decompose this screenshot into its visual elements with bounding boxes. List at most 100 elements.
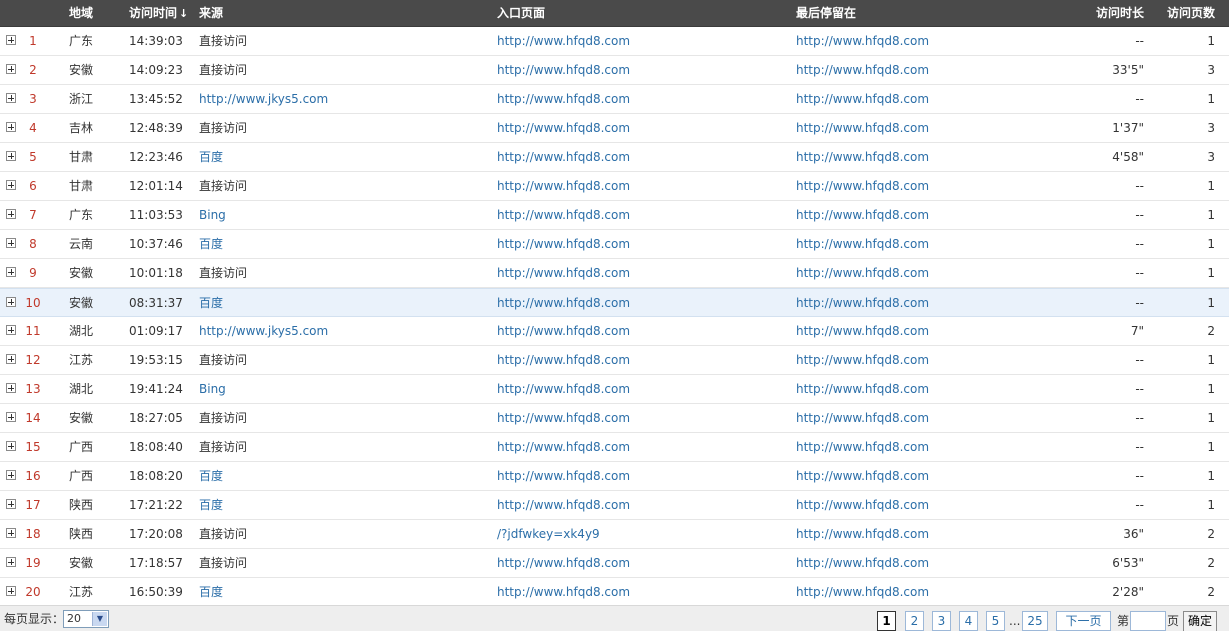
next-page-button[interactable]: 下一页>	[1056, 611, 1111, 631]
table-row[interactable]: 4 吉林 12:48:39 直接访问 http://www.hfqd8.com http:…	[0, 114, 1229, 143]
row-entry-page[interactable]: http://www.hfqd8.com	[497, 259, 630, 287]
table-row[interactable]: 15 广西 18:08:40 直接访问 http://www.hfqd8.com http…	[0, 433, 1229, 462]
row-last-page[interactable]: http://www.hfqd8.com	[796, 85, 929, 113]
table-row[interactable]: 1 广东 14:39:03 直接访问 http://www.hfqd8.com http:…	[0, 27, 1229, 56]
expand-plus-icon[interactable]	[6, 557, 16, 567]
expand-plus-icon[interactable]	[6, 64, 16, 74]
expand-plus-icon[interactable]	[6, 441, 16, 451]
row-entry-page[interactable]: http://www.hfqd8.com	[497, 27, 630, 55]
page-4-button[interactable]: 4	[959, 611, 978, 631]
row-entry-page[interactable]: http://www.hfqd8.com	[497, 85, 630, 113]
table-row[interactable]: 7 广东 11:03:53 Bing http://www.hfqd8.com http:…	[0, 201, 1229, 230]
header-page-count[interactable]: 访问页数	[1167, 0, 1215, 27]
table-row[interactable]: 11 湖北 01:09:17 http://www.jkys5.com http://w…	[0, 317, 1229, 346]
row-entry-page[interactable]: http://www.hfqd8.com	[497, 317, 630, 345]
row-entry-page[interactable]: http://www.hfqd8.com	[497, 230, 630, 258]
row-entry-page[interactable]: http://www.hfqd8.com	[497, 462, 630, 490]
table-row[interactable]: 5 甘肃 12:23:46 百度 http://www.hfqd8.com http://…	[0, 143, 1229, 172]
row-source[interactable]: 百度	[199, 491, 223, 519]
row-entry-page[interactable]: /?jdfwkey=xk4y9	[497, 520, 600, 548]
expand-plus-icon[interactable]	[6, 470, 16, 480]
row-last-page[interactable]: http://www.hfqd8.com	[796, 114, 929, 142]
header-region[interactable]: 地域	[69, 0, 93, 27]
table-row[interactable]: 9 安徽 10:01:18 直接访问 http://www.hfqd8.com http:…	[0, 259, 1229, 288]
row-last-page[interactable]: http://www.hfqd8.com	[796, 230, 929, 258]
row-last-page[interactable]: http://www.hfqd8.com	[796, 433, 929, 461]
table-row[interactable]: 14 安徽 18:27:05 直接访问 http://www.hfqd8.com http…	[0, 404, 1229, 433]
row-source[interactable]: 百度	[199, 462, 223, 490]
expand-plus-icon[interactable]	[6, 209, 16, 219]
page-last-button[interactable]: 25	[1022, 611, 1048, 631]
expand-plus-icon[interactable]	[6, 354, 16, 364]
table-row[interactable]: 8 云南 10:37:46 百度 http://www.hfqd8.com http://…	[0, 230, 1229, 259]
row-entry-page[interactable]: http://www.hfqd8.com	[497, 114, 630, 142]
expand-plus-icon[interactable]	[6, 93, 16, 103]
row-entry-page[interactable]: http://www.hfqd8.com	[497, 491, 630, 519]
row-last-page[interactable]: http://www.hfqd8.com	[796, 549, 929, 577]
row-last-page[interactable]: http://www.hfqd8.com	[796, 317, 929, 345]
table-row[interactable]: 19 安徽 17:18:57 直接访问 http://www.hfqd8.com http…	[0, 549, 1229, 578]
row-last-page[interactable]: http://www.hfqd8.com	[796, 346, 929, 374]
row-entry-page[interactable]: http://www.hfqd8.com	[497, 578, 630, 606]
row-last-page[interactable]: http://www.hfqd8.com	[796, 172, 929, 200]
row-entry-page[interactable]: http://www.hfqd8.com	[497, 549, 630, 577]
row-source[interactable]: http://www.jkys5.com	[199, 85, 328, 113]
row-source[interactable]: 百度	[199, 289, 223, 317]
page-1-button[interactable]: 1	[877, 611, 896, 631]
row-entry-page[interactable]: http://www.hfqd8.com	[497, 346, 630, 374]
row-source[interactable]: 百度	[199, 230, 223, 258]
row-last-page[interactable]: http://www.hfqd8.com	[796, 27, 929, 55]
row-source[interactable]: 百度	[199, 578, 223, 606]
table-row[interactable]: 12 江苏 19:53:15 直接访问 http://www.hfqd8.com http…	[0, 346, 1229, 375]
expand-plus-icon[interactable]	[6, 238, 16, 248]
table-row[interactable]: 6 甘肃 12:01:14 直接访问 http://www.hfqd8.com http:…	[0, 172, 1229, 201]
table-row[interactable]: 13 湖北 19:41:24 Bing http://www.hfqd8.com http…	[0, 375, 1229, 404]
header-duration[interactable]: 访问时长	[1096, 0, 1144, 27]
page-3-button[interactable]: 3	[932, 611, 951, 631]
row-entry-page[interactable]: http://www.hfqd8.com	[497, 143, 630, 171]
table-row[interactable]: 16 广西 18:08:20 百度 http://www.hfqd8.com http:/…	[0, 462, 1229, 491]
table-row[interactable]: 10 安徽 08:31:37 百度 http://www.hfqd8.com http:/…	[0, 288, 1229, 317]
expand-plus-icon[interactable]	[6, 528, 16, 538]
page-5-button[interactable]: 5	[986, 611, 1005, 631]
header-source[interactable]: 来源	[199, 0, 223, 27]
header-last-page[interactable]: 最后停留在	[796, 0, 856, 27]
row-last-page[interactable]: http://www.hfqd8.com	[796, 56, 929, 84]
header-entry-page[interactable]: 入口页面	[497, 0, 545, 27]
goto-page-input[interactable]	[1130, 611, 1166, 631]
table-row[interactable]: 18 陕西 17:20:08 直接访问 /?jdfwkey=xk4y9 http://ww…	[0, 520, 1229, 549]
expand-plus-icon[interactable]	[6, 35, 16, 45]
confirm-button[interactable]: 确定	[1183, 611, 1218, 631]
row-source[interactable]: http://www.jkys5.com	[199, 317, 328, 345]
table-row[interactable]: 20 江苏 16:50:39 百度 http://www.hfqd8.com http:/…	[0, 578, 1229, 607]
row-entry-page[interactable]: http://www.hfqd8.com	[497, 404, 630, 432]
row-source[interactable]: 百度	[199, 143, 223, 171]
row-last-page[interactable]: http://www.hfqd8.com	[796, 289, 929, 317]
row-entry-page[interactable]: http://www.hfqd8.com	[497, 289, 630, 317]
expand-plus-icon[interactable]	[6, 151, 16, 161]
row-last-page[interactable]: http://www.hfqd8.com	[796, 578, 929, 606]
row-entry-page[interactable]: http://www.hfqd8.com	[497, 201, 630, 229]
row-entry-page[interactable]: http://www.hfqd8.com	[497, 56, 630, 84]
table-row[interactable]: 2 安徽 14:09:23 直接访问 http://www.hfqd8.com http:…	[0, 56, 1229, 85]
expand-plus-icon[interactable]	[6, 383, 16, 393]
row-entry-page[interactable]: http://www.hfqd8.com	[497, 433, 630, 461]
expand-plus-icon[interactable]	[6, 499, 16, 509]
expand-plus-icon[interactable]	[6, 325, 16, 335]
expand-plus-icon[interactable]	[6, 412, 16, 422]
expand-plus-icon[interactable]	[6, 180, 16, 190]
row-last-page[interactable]: http://www.hfqd8.com	[796, 259, 929, 287]
table-row[interactable]: 17 陕西 17:21:22 百度 http://www.hfqd8.com http:/…	[0, 491, 1229, 520]
row-last-page[interactable]: http://www.hfqd8.com	[796, 143, 929, 171]
row-last-page[interactable]: http://www.hfqd8.com	[796, 201, 929, 229]
row-last-page[interactable]: http://www.hfqd8.com	[796, 462, 929, 490]
expand-plus-icon[interactable]	[6, 122, 16, 132]
page-2-button[interactable]: 2	[905, 611, 924, 631]
header-visit-time[interactable]: 访问时间 ↓	[129, 0, 188, 27]
table-row[interactable]: 3 浙江 13:45:52 http://www.jkys5.com http://ww…	[0, 85, 1229, 114]
expand-plus-icon[interactable]	[6, 297, 16, 307]
row-source[interactable]: Bing	[199, 201, 226, 229]
row-source[interactable]: Bing	[199, 375, 226, 403]
row-last-page[interactable]: http://www.hfqd8.com	[796, 491, 929, 519]
row-last-page[interactable]: http://www.hfqd8.com	[796, 404, 929, 432]
